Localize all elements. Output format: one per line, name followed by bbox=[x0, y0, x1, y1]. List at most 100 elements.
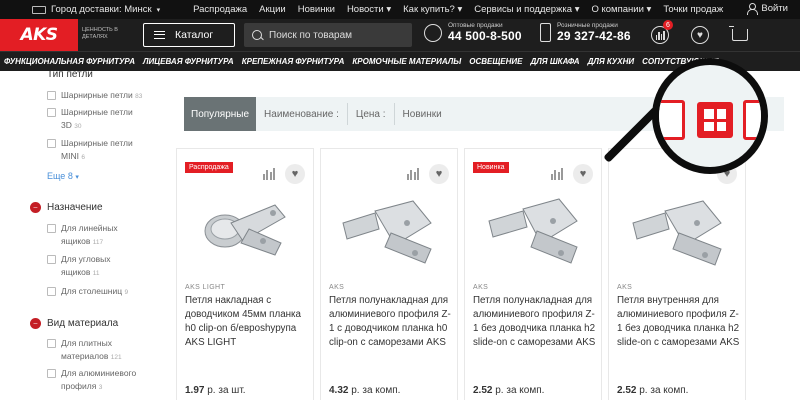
top-link-news[interactable]: Новости ▾ bbox=[347, 4, 391, 15]
filter-option[interactable]: Для столешниц 9 bbox=[47, 285, 128, 299]
filter-option[interactable]: Для угловых ящиков 11 bbox=[47, 253, 142, 280]
retail-contact[interactable]: Розничные продажи 29 327-42-86 bbox=[540, 22, 631, 43]
product-title[interactable]: Петля внутренняя для алюминиевого профил… bbox=[617, 294, 743, 350]
checkbox[interactable] bbox=[47, 339, 56, 348]
checkbox[interactable] bbox=[47, 139, 56, 148]
table-view-icon[interactable] bbox=[743, 100, 761, 140]
filter-option[interactable]: Для алюминиевого профиля 3 bbox=[47, 367, 142, 394]
checkbox[interactable] bbox=[47, 255, 56, 264]
filter-option[interactable]: Шарнирные петли 83 bbox=[47, 89, 142, 103]
compare-icon[interactable] bbox=[406, 168, 419, 180]
top-link-new[interactable]: Новинки bbox=[298, 4, 335, 15]
show-more-link[interactable]: Еще 8 ▾ bbox=[47, 171, 79, 181]
filter-group-purpose[interactable]: – Назначение bbox=[30, 202, 103, 213]
checkbox[interactable] bbox=[47, 108, 56, 117]
tagline: ценность в деталях bbox=[82, 27, 118, 40]
price-value: 4.32 bbox=[329, 385, 349, 396]
category-facade[interactable]: ЛИЦЕВАЯ ФУРНИТУРА bbox=[143, 57, 234, 66]
category-functional[interactable]: ФУНКЦИОНАЛЬНАЯ ФУРНИТУРА bbox=[4, 57, 135, 66]
chevron-down-icon: ▾ bbox=[156, 6, 161, 14]
checkbox[interactable] bbox=[47, 91, 56, 100]
chevron-down-icon: ▾ bbox=[75, 174, 79, 181]
price-value: 1.97 bbox=[185, 385, 205, 396]
category-kitchen[interactable]: ДЛЯ КУХНИ bbox=[588, 57, 635, 66]
filter-option[interactable]: Шарнирные петли 3D 30 bbox=[47, 106, 142, 133]
filter-group-hinge-type[interactable]: Тип петли bbox=[47, 71, 93, 80]
filter-group-material[interactable]: – Вид материала bbox=[30, 318, 118, 329]
search-icon[interactable] bbox=[252, 30, 262, 40]
product-price: 4.32 р. за комп. bbox=[329, 385, 400, 396]
filter-option-label: Шарнирные петли bbox=[61, 90, 133, 100]
filter-option-count: 11 bbox=[92, 270, 100, 277]
wholesale-contact[interactable]: Оптовые продажи 44 500-8-500 bbox=[424, 22, 522, 43]
top-link-promotions[interactable]: Акции bbox=[259, 4, 286, 15]
filter-option[interactable]: Для плитных материалов 121 bbox=[47, 337, 142, 364]
top-bar: Город доставки: Минск ▾ Распродажа Акции… bbox=[0, 0, 800, 19]
price-value: 2.52 bbox=[473, 385, 493, 396]
category-edging[interactable]: КРОМОЧНЫЕ МАТЕРИАЛЫ bbox=[352, 57, 461, 66]
login-link[interactable]: Войти bbox=[746, 3, 788, 15]
product-card[interactable]: ♥ AKS Петля внутренняя для алюминиевого … bbox=[608, 148, 746, 400]
top-link-about[interactable]: О компании ▾ bbox=[591, 4, 651, 15]
sort-price[interactable]: Цена : bbox=[348, 109, 394, 120]
catalog-button[interactable]: Каталог bbox=[143, 23, 235, 47]
product-title[interactable]: Петля накладная с доводчиком 45мм планка… bbox=[185, 294, 311, 350]
filter-group-title: Назначение bbox=[47, 202, 103, 213]
filter-option-count: 83 bbox=[135, 93, 143, 100]
checkbox[interactable] bbox=[47, 369, 56, 378]
mobile-phone-icon bbox=[540, 23, 551, 42]
product-card[interactable]: ♥ AKS Петля полунакладная для алюминиево… bbox=[320, 148, 458, 400]
hinge-product-image[interactable] bbox=[191, 183, 301, 271]
checkbox[interactable] bbox=[47, 287, 56, 296]
menu-icon bbox=[154, 31, 165, 39]
sort-popular[interactable]: Популярные bbox=[184, 97, 257, 131]
list-view-icon[interactable] bbox=[659, 100, 685, 140]
filter-option[interactable]: Для линейных ящиков 117 bbox=[47, 222, 142, 249]
retail-phone: 29 327-42-86 bbox=[557, 29, 631, 43]
filter-option[interactable]: Шарнирные петли MINI 6 bbox=[47, 137, 142, 164]
filter-option-label: Для столешниц bbox=[61, 286, 123, 296]
sort-new[interactable]: Новинки bbox=[395, 109, 450, 120]
sale-badge: Распродажа bbox=[185, 162, 233, 173]
product-title[interactable]: Петля полунакладная для алюминиевого про… bbox=[329, 294, 455, 350]
top-link-stores[interactable]: Точки продаж bbox=[663, 4, 723, 15]
top-link-services[interactable]: Сервисы и поддержка ▾ bbox=[474, 4, 579, 15]
search-input[interactable] bbox=[269, 29, 399, 41]
delivery-city[interactable]: Город доставки: Минск ▾ bbox=[32, 4, 160, 15]
grid-view-icon[interactable] bbox=[697, 102, 733, 138]
heart-icon[interactable]: ♥ bbox=[573, 164, 593, 184]
price-unit: р. за комп. bbox=[639, 385, 689, 396]
top-link-how-to-buy[interactable]: Как купить? ▾ bbox=[403, 4, 462, 15]
favorites-button[interactable]: ♥ bbox=[689, 24, 711, 46]
compare-icon[interactable] bbox=[262, 168, 275, 180]
product-brand: AKS LIGHT bbox=[185, 284, 226, 291]
filter-sidebar: Тип петли Шарнирные петли 83 Шарнирные п… bbox=[0, 71, 150, 400]
hinge-product-image[interactable] bbox=[335, 183, 445, 271]
product-card[interactable]: Распродажа ♥ AKS LIGHT Петля накладная с… bbox=[176, 148, 314, 400]
product-brand: AKS bbox=[329, 284, 345, 291]
wholesale-label: Оптовые продажи bbox=[448, 22, 503, 29]
product-price: 2.52 р. за комп. bbox=[617, 385, 688, 396]
checkbox[interactable] bbox=[47, 224, 56, 233]
category-lighting[interactable]: ОСВЕЩЕНИЕ bbox=[469, 57, 522, 66]
heart-icon[interactable]: ♥ bbox=[285, 164, 305, 184]
category-wardrobe[interactable]: ДЛЯ ШКАФА bbox=[530, 57, 579, 66]
logo[interactable]: AKS bbox=[0, 19, 78, 51]
delivery-city-label: Город доставки: Минск bbox=[51, 4, 152, 15]
heart-icon[interactable]: ♥ bbox=[429, 164, 449, 184]
header: AKS ценность в деталях Каталог Оптовые п… bbox=[0, 19, 800, 51]
sort-name[interactable]: Наименование : bbox=[256, 109, 347, 120]
hinge-product-image[interactable] bbox=[623, 183, 733, 271]
filter-option-label: Шарнирные петли 3D bbox=[61, 107, 133, 130]
collapse-icon: – bbox=[30, 202, 41, 213]
heart-icon: ♥ bbox=[691, 26, 709, 44]
product-card[interactable]: Новинка ♥ AKS Петля полунакладная для ал… bbox=[464, 148, 602, 400]
product-title[interactable]: Петля полунакладная для алюминиевого про… bbox=[473, 294, 599, 350]
cart-button[interactable] bbox=[729, 24, 751, 46]
compare-icon[interactable] bbox=[550, 168, 563, 180]
top-link-sale[interactable]: Распродажа bbox=[193, 4, 247, 15]
hinge-product-image[interactable] bbox=[479, 183, 589, 271]
search-box bbox=[244, 23, 412, 47]
compare-button[interactable]: 6 bbox=[649, 20, 673, 46]
category-fasteners[interactable]: КРЕПЕЖНАЯ ФУРНИТУРА bbox=[242, 57, 345, 66]
